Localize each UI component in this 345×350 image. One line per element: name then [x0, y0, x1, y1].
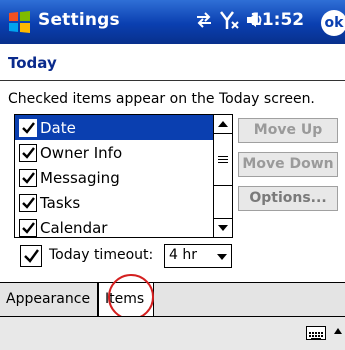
thumb-grip-line	[218, 159, 228, 160]
list-item-tasks[interactable]: Tasks	[15, 190, 213, 215]
scroll-down-button[interactable]	[214, 218, 232, 237]
clock[interactable]: 11:52	[250, 10, 304, 30]
checkbox-calendar[interactable]	[19, 218, 37, 237]
instruction-text: Checked items appear on the Today screen…	[8, 91, 315, 107]
list-item-calendar[interactable]: Calendar	[15, 215, 213, 237]
scroll-up-button[interactable]	[214, 115, 232, 134]
move-down-button[interactable]: Move Down	[238, 152, 338, 177]
list-item-label: Owner Info	[40, 143, 123, 162]
list-item-label: Tasks	[40, 193, 81, 212]
list-item-label: Messaging	[40, 168, 120, 187]
keyboard-icon[interactable]	[306, 326, 326, 340]
ok-button[interactable]: ok	[321, 10, 345, 36]
list-scrollbar[interactable]	[213, 115, 232, 237]
input-menu-arrow-icon[interactable]	[333, 327, 343, 335]
thumb-grip-line	[218, 156, 228, 157]
signal-off-icon[interactable]	[219, 10, 239, 35]
thumb-grip-line	[218, 162, 228, 163]
options-button[interactable]: Options...	[238, 186, 338, 211]
list-item-owner-info[interactable]: Owner Info	[15, 140, 213, 165]
move-up-button[interactable]: Move Up	[238, 118, 338, 143]
list-item-date[interactable]: Date	[15, 115, 213, 140]
checkbox-tasks[interactable]	[19, 193, 37, 212]
menu-bar	[0, 316, 345, 350]
timeout-select-value: 4 hr	[169, 247, 197, 263]
heading-divider	[0, 80, 345, 81]
page-title: Today	[8, 54, 57, 72]
tab-appearance[interactable]: Appearance	[0, 283, 98, 316]
scroll-thumb[interactable]	[214, 134, 232, 186]
windows-start-icon[interactable]	[6, 9, 32, 35]
checkbox-date[interactable]	[19, 118, 37, 137]
today-items-list[interactable]: Date Owner Info Messaging Tasks Calendar	[14, 114, 233, 238]
list-item-messaging[interactable]: Messaging	[15, 165, 213, 190]
highlight-circle	[108, 274, 154, 320]
tab-strip: Appearance Items	[0, 282, 345, 316]
today-timeout-label: Today timeout:	[49, 247, 154, 263]
triangle-up-icon	[218, 121, 228, 127]
today-timeout-checkbox[interactable]	[20, 245, 42, 267]
connectivity-icon[interactable]	[195, 11, 213, 34]
window-title: Settings	[38, 10, 120, 30]
checkbox-owner-info[interactable]	[19, 143, 37, 162]
list-item-label: Calendar	[40, 218, 108, 237]
checkbox-messaging[interactable]	[19, 168, 37, 187]
timeout-select[interactable]: 4 hr	[164, 244, 232, 268]
title-bar: Settings 11:52 ok	[0, 0, 345, 44]
dropdown-arrow-icon	[217, 254, 227, 260]
list-item-label: Date	[40, 118, 76, 137]
triangle-down-icon	[218, 225, 228, 231]
